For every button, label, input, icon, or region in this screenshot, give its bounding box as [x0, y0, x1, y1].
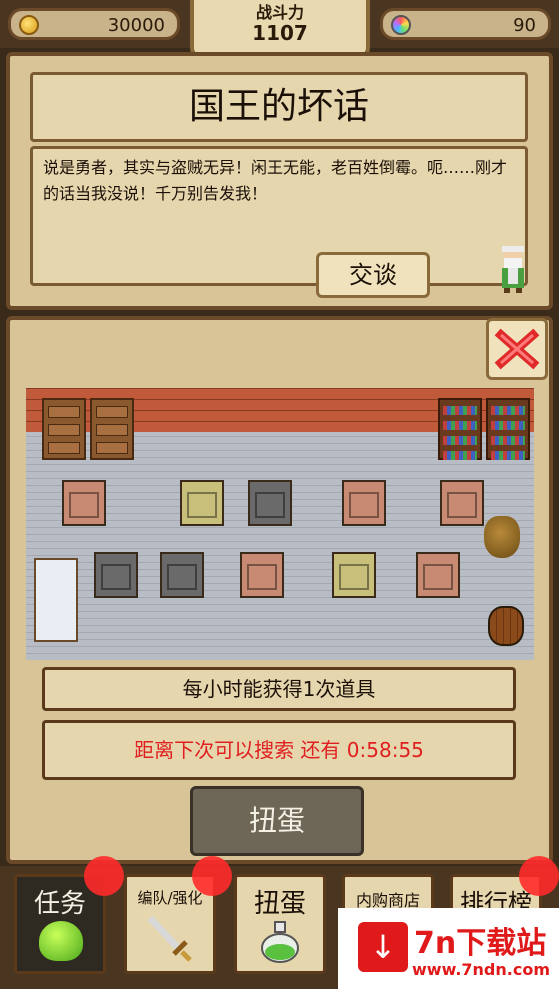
stove[interactable] [180, 480, 224, 526]
gem-counter: 90 [380, 8, 551, 40]
slime-icon [39, 921, 83, 961]
cabinet [90, 398, 134, 460]
combat-power-label: 战斗力 [255, 3, 304, 22]
countdown-value: 0:58:55 [346, 738, 424, 762]
bookshelf [486, 398, 530, 460]
bed [34, 558, 78, 642]
watermark: ↓ 7n下载站 www.7ndn.com [338, 908, 559, 989]
stove[interactable] [62, 480, 106, 526]
close-icon [494, 328, 540, 370]
stove[interactable] [94, 552, 138, 598]
potion-icon [261, 921, 299, 963]
stove[interactable] [342, 480, 386, 526]
gacha-button[interactable]: 扭蛋 [190, 786, 364, 856]
tab-gacha-label: 扭蛋 [253, 889, 306, 919]
notification-dot [192, 856, 232, 896]
gem-value: 90 [513, 15, 536, 36]
sword-icon [147, 915, 192, 962]
room-scene [26, 388, 534, 660]
combat-power-box: 战斗力 1107 [190, 0, 370, 58]
stove[interactable] [416, 552, 460, 598]
coin-icon [19, 15, 39, 35]
stove[interactable] [248, 480, 292, 526]
stove[interactable] [240, 552, 284, 598]
stove[interactable] [160, 552, 204, 598]
countdown-bar: 距离下次可以搜索 还有 0:58:55 [42, 720, 516, 780]
stove[interactable] [440, 480, 484, 526]
dialog-text: 说是勇者，其实与盗贼无异！闲王无能，老百姓倒霉。呃……刚才的话当我没说！千万别告… [30, 146, 528, 286]
coin-counter: 30000 [8, 8, 180, 40]
barrel[interactable] [488, 606, 524, 646]
dialog-title: 国王的坏话 [30, 72, 528, 142]
coin-value: 30000 [107, 15, 165, 36]
old-man-avatar [502, 246, 524, 293]
close-button[interactable] [486, 318, 548, 380]
combat-power-value: 1107 [252, 21, 308, 45]
talk-button[interactable]: 交谈 [316, 252, 430, 298]
download-icon: ↓ [358, 922, 408, 972]
notification-dot [84, 856, 124, 896]
watermark-brand: 7n下载站 [414, 926, 547, 961]
tab-gacha[interactable]: 扭蛋 [234, 874, 326, 974]
bookshelf [438, 398, 482, 460]
notification-dot [519, 856, 559, 896]
cabinet [42, 398, 86, 460]
clay-jar[interactable] [484, 516, 520, 558]
gem-icon [391, 15, 411, 35]
stove[interactable] [332, 552, 376, 598]
countdown-label: 距离下次可以搜索 还有 [134, 738, 341, 762]
watermark-url: www.7ndn.com [412, 960, 550, 979]
hourly-info: 每小时能获得1次道具 [42, 667, 516, 711]
